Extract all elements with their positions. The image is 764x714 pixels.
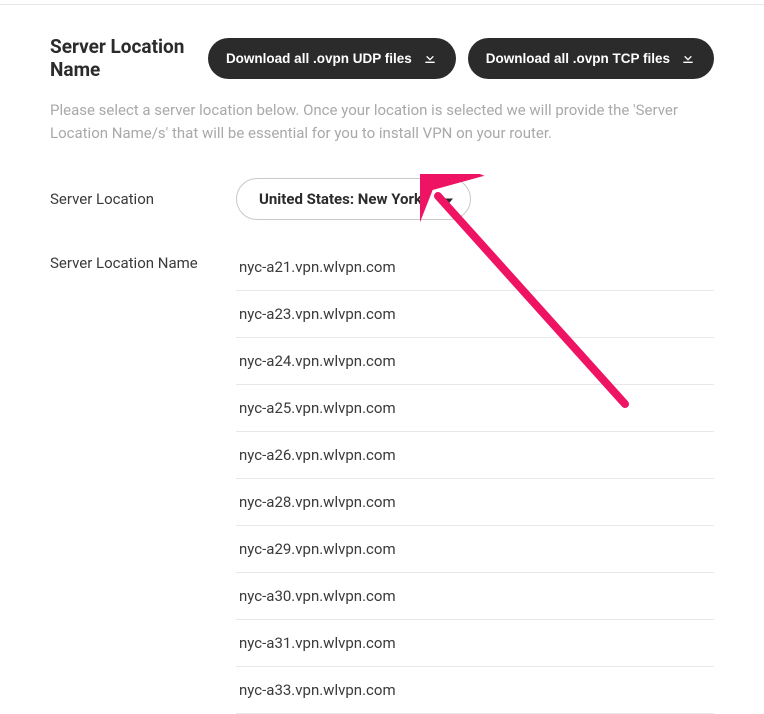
server-location-name-label: Server Location Name xyxy=(50,244,236,272)
server-item: nyc-a30.vpn.wlvpn.com xyxy=(236,573,714,620)
download-icon xyxy=(422,49,438,68)
server-item: nyc-a28.vpn.wlvpn.com xyxy=(236,479,714,526)
download-tcp-button[interactable]: Download all .ovpn TCP files xyxy=(468,38,714,79)
download-udp-button[interactable]: Download all .ovpn UDP files xyxy=(208,38,456,79)
server-item: nyc-a29.vpn.wlvpn.com xyxy=(236,526,714,573)
server-item: nyc-a26.vpn.wlvpn.com xyxy=(236,432,714,479)
server-item: nyc-a24.vpn.wlvpn.com xyxy=(236,338,714,385)
download-tcp-label: Download all .ovpn TCP files xyxy=(486,51,670,66)
server-item: nyc-a31.vpn.wlvpn.com xyxy=(236,620,714,667)
page-title: Server Location Name xyxy=(50,35,196,81)
page-description: Please select a server location below. O… xyxy=(50,99,714,146)
server-item: nyc-a21.vpn.wlvpn.com xyxy=(236,244,714,291)
server-location-label: Server Location xyxy=(50,190,236,208)
download-icon xyxy=(680,49,696,68)
server-list: nyc-a21.vpn.wlvpn.com nyc-a23.vpn.wlvpn.… xyxy=(236,244,714,714)
server-location-select[interactable]: United States: New York xyxy=(236,178,471,220)
server-item: nyc-a25.vpn.wlvpn.com xyxy=(236,385,714,432)
server-item: nyc-a23.vpn.wlvpn.com xyxy=(236,291,714,338)
server-item: nyc-a33.vpn.wlvpn.com xyxy=(236,667,714,714)
server-location-value: United States: New York xyxy=(259,190,422,208)
download-udp-label: Download all .ovpn UDP files xyxy=(226,51,412,66)
